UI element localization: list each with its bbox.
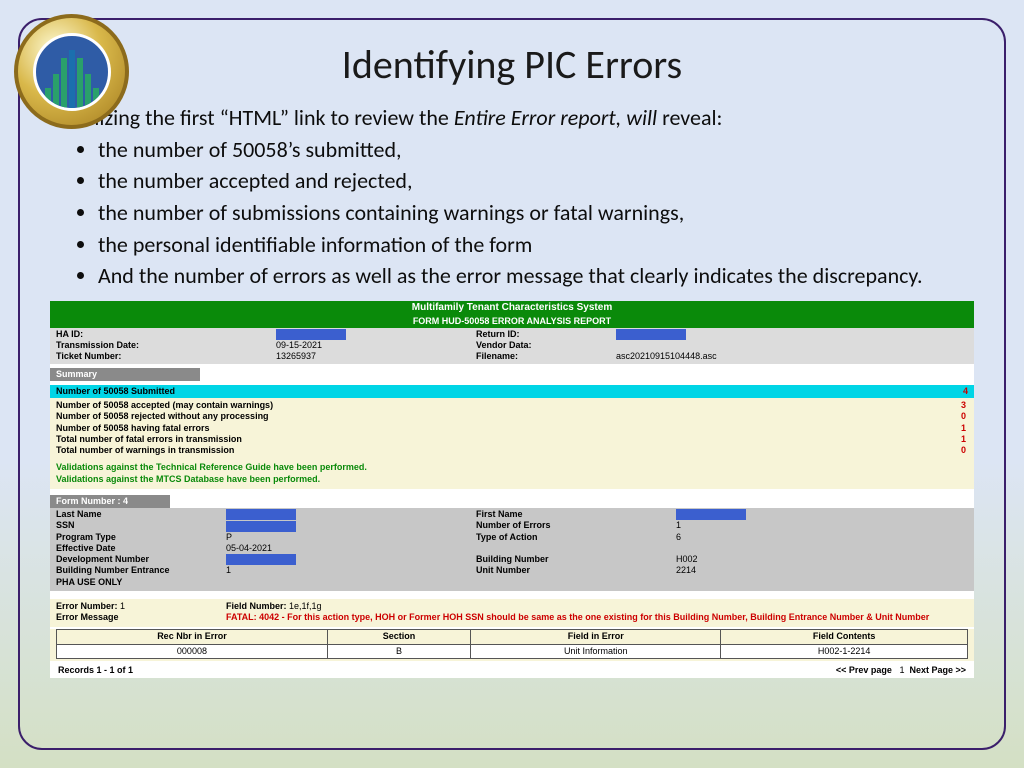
slide-frame: Identifying PIC Errors Utilizing the fir… (18, 18, 1006, 750)
slide-title: Identifying PIC Errors (50, 40, 974, 89)
col-section: Section (327, 630, 470, 644)
redacted-box (226, 554, 296, 565)
summary-value: 1 (961, 423, 968, 434)
error-report: Multifamily Tenant Characteristics Syste… (50, 301, 974, 678)
bldg-ent-value: 1 (226, 565, 476, 576)
redacted-box (616, 329, 686, 340)
num-err-label: Number of Errors (476, 520, 676, 531)
summary-value: 0 (961, 445, 968, 456)
bldg-num-value: H002 (676, 554, 836, 565)
filename-label: Filename: (476, 351, 616, 362)
summary-value: 0 (961, 411, 968, 422)
cell-section: B (327, 644, 470, 658)
intro-bullet: the personal identifiable information of… (98, 230, 974, 260)
form-grid: Last Name First Name SSN Number of Error… (50, 508, 974, 591)
col-contents: Field Contents (721, 630, 968, 644)
intro-lead-em: Entire Error report, will (454, 104, 657, 131)
redacted-box (276, 329, 346, 340)
error-block: Error Number: 1 Field Number: 1e,1f,1g E… (50, 591, 974, 628)
submitted-value: 4 (963, 386, 968, 397)
col-field: Field in Error (471, 630, 721, 644)
program-type-label: Program Type (56, 532, 226, 543)
submitted-row: Number of 50058 Submitted 4 (50, 381, 974, 398)
summary-label: Total number of fatal errors in transmis… (56, 434, 242, 445)
action-type-label: Type of Action (476, 532, 676, 543)
err-msg-value: FATAL: 4042 - For this action type, HOH … (226, 612, 968, 623)
cell-field: Unit Information (471, 644, 721, 658)
report-title: Multifamily Tenant Characteristics Syste… (50, 301, 974, 316)
eff-date-value: 05-04-2021 (226, 543, 476, 554)
summary-tab: Summary (50, 368, 200, 381)
err-field-label: Field Number: (226, 601, 287, 611)
report-subtitle: FORM HUD-50058 ERROR ANALYSIS REPORT (50, 316, 974, 328)
intro-bullet: the number of 50058’s submitted, (98, 135, 974, 165)
records-count: Records 1 - 1 of 1 (58, 665, 133, 676)
table-row: 000008 B Unit Information H002-1-2214 (57, 644, 968, 658)
intro-list: the number of 50058’s submitted, the num… (98, 135, 974, 291)
redacted-box (226, 521, 296, 532)
filename-value: asc20210915104448.asc (616, 351, 896, 362)
num-err-value: 1 (676, 520, 836, 531)
err-num-value: 1 (120, 601, 125, 611)
intro-lead-b: reveal: (657, 104, 722, 131)
intro-bullet: And the number of errors as well as the … (98, 261, 974, 291)
form-tab: Form Number : 4 (50, 495, 170, 508)
summary-label: Number of 50058 rejected without any pro… (56, 411, 269, 422)
page-number: 1 (899, 665, 904, 675)
validation-msg: Validations against the Technical Refere… (56, 462, 968, 473)
dev-num-label: Development Number (56, 554, 226, 565)
bldg-num-label: Building Number (476, 554, 676, 565)
unit-label: Unit Number (476, 565, 676, 576)
submitted-label: Number of 50058 Submitted (56, 386, 175, 397)
vendor-label: Vendor Data: (476, 340, 616, 351)
prev-page-link[interactable]: << Prev page (836, 665, 892, 675)
redacted-box (226, 509, 296, 520)
err-msg-label: Error Message (56, 612, 226, 623)
return-label: Return ID: (476, 329, 616, 340)
unit-value: 2214 (676, 565, 836, 576)
intro-bullet: the number of submissions containing war… (98, 198, 974, 228)
summary-label: Total number of warnings in transmission (56, 445, 234, 456)
col-rec-nbr: Rec Nbr in Error (57, 630, 328, 644)
pager: Records 1 - 1 of 1 << Prev page 1 Next P… (50, 661, 974, 678)
ssn-label: SSN (56, 520, 226, 531)
cell-rec: 000008 (57, 644, 328, 658)
haid-label: HA ID: (56, 329, 276, 340)
intro-lead-a: Utilizing the first “HTML” link to revie… (68, 104, 454, 131)
redacted-box (676, 509, 746, 520)
intro-text: Utilizing the first “HTML” link to revie… (68, 103, 974, 291)
summary-body: Number of 50058 accepted (may contain wa… (50, 398, 974, 489)
trans-date-value: 09-15-2021 (276, 340, 476, 351)
summary-value: 3 (961, 400, 968, 411)
trans-date-label: Transmission Date: (56, 340, 276, 351)
next-page-link[interactable]: Next Page >> (909, 665, 966, 675)
report-meta: HA ID: Return ID: Transmission Date: 09-… (50, 328, 974, 364)
hud-seal-icon (14, 14, 129, 129)
ticket-value: 13265937 (276, 351, 476, 362)
validation-msg: Validations against the MTCS Database ha… (56, 474, 968, 485)
ticket-label: Ticket Number: (56, 351, 276, 362)
cell-contents: H002-1-2214 (721, 644, 968, 658)
err-field-value: 1e,1f,1g (289, 601, 322, 611)
summary-label: Number of 50058 accepted (may contain wa… (56, 400, 273, 411)
bldg-ent-label: Building Number Entrance (56, 565, 226, 576)
error-table: Rec Nbr in Error Section Field in Error … (56, 629, 968, 659)
last-name-label: Last Name (56, 509, 226, 520)
summary-label: Number of 50058 having fatal errors (56, 423, 210, 434)
program-type-value: P (226, 532, 476, 543)
intro-bullet: the number accepted and rejected, (98, 166, 974, 196)
eff-date-label: Effective Date (56, 543, 226, 554)
pha-label: PHA USE ONLY (56, 577, 226, 588)
action-type-value: 6 (676, 532, 836, 543)
first-name-label: First Name (476, 509, 676, 520)
err-num-label: Error Number: (56, 601, 118, 611)
summary-value: 1 (961, 434, 968, 445)
